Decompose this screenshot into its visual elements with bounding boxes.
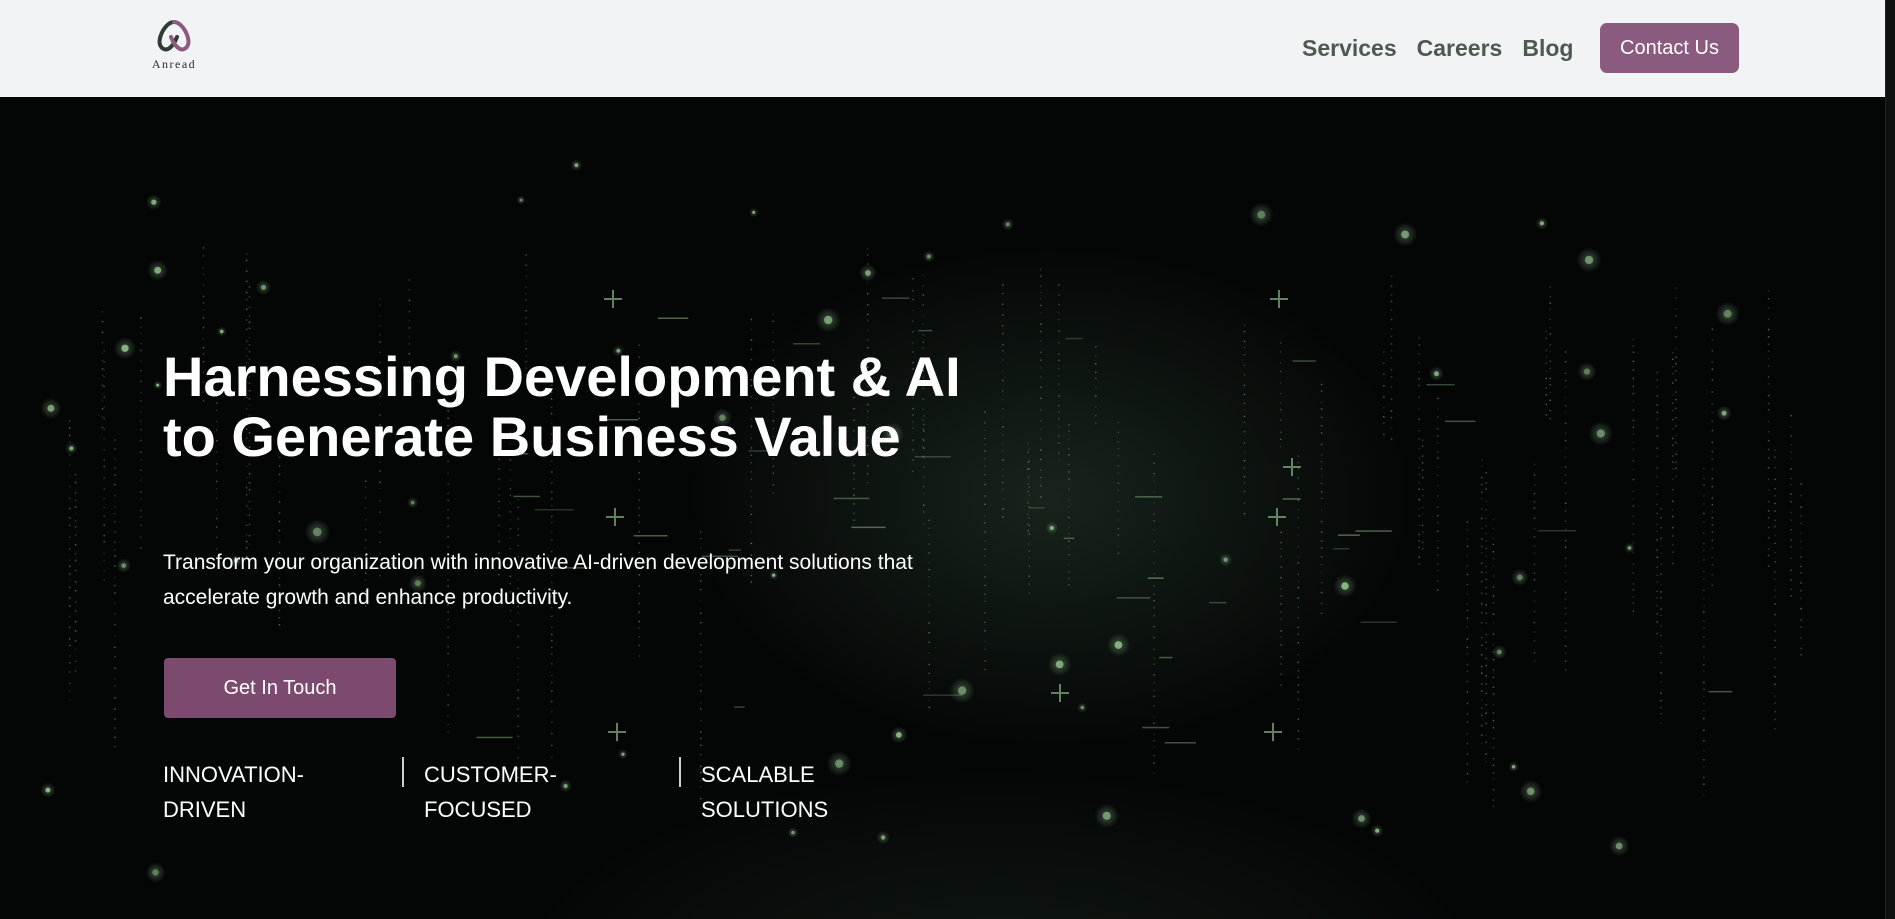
feature-scalable: SCALABLE SOLUTIONS (701, 757, 881, 827)
top-navbar: Anread Services Careers Blog Contact Us (0, 0, 1895, 97)
nav-item-careers[interactable]: Careers (1417, 34, 1503, 62)
page-scrollbar[interactable] (1885, 0, 1895, 919)
feature-customer: CUSTOMER- FOCUSED (424, 757, 604, 827)
feature-label-line1: INNOVATION- (163, 762, 304, 787)
brand-name: Anread (151, 57, 197, 71)
nav-item-blog[interactable]: Blog (1522, 34, 1573, 62)
feature-label-line2: FOCUSED (424, 797, 532, 822)
brand-logo[interactable]: Anread (144, 18, 204, 74)
nav-item-services[interactable]: Services (1302, 34, 1397, 62)
feature-label-line1: CUSTOMER- (424, 762, 557, 787)
feature-innovation: INNOVATION- DRIVEN (163, 757, 343, 827)
anread-logo-icon (157, 20, 191, 52)
hero-subtitle: Transform your organization with innovat… (163, 551, 913, 609)
feature-label-line2: SOLUTIONS (701, 797, 829, 822)
contact-us-button[interactable]: Contact Us (1600, 23, 1739, 73)
feature-label-line2: DRIVEN (163, 797, 247, 822)
hero-section: Harnessing Development & AI to Generate … (0, 97, 1885, 919)
get-in-touch-button[interactable]: Get In Touch (164, 658, 396, 718)
feature-divider (679, 757, 681, 787)
hero-title: Harnessing Development & AI to Generate … (163, 345, 961, 468)
main-nav: Services Careers Blog (1302, 34, 1573, 62)
feature-label-line1: SCALABLE (701, 762, 815, 787)
feature-divider (402, 757, 404, 787)
